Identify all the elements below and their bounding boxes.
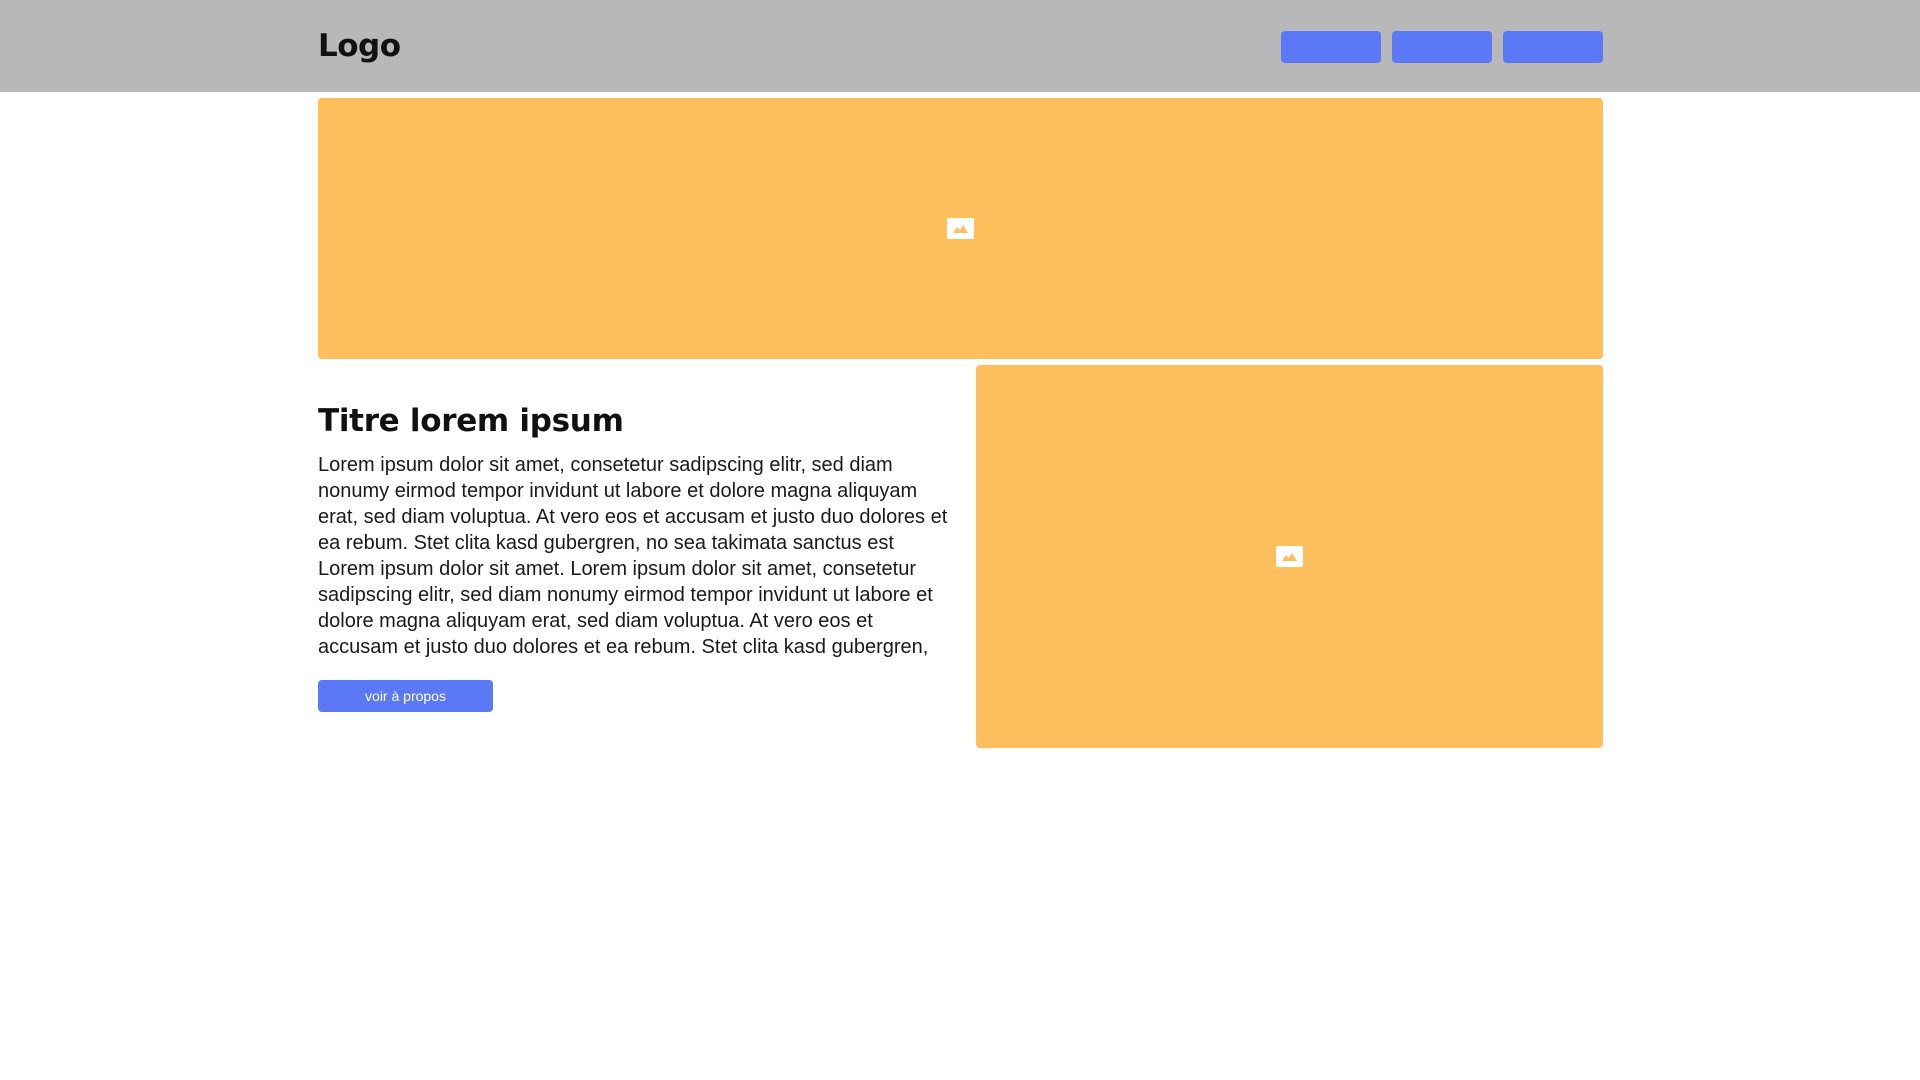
- nav-button-3[interactable]: [1503, 31, 1603, 63]
- section-title: Titre lorem ipsum: [318, 403, 624, 439]
- image-placeholder-icon: [947, 218, 974, 239]
- about-button[interactable]: voir à propos: [318, 680, 493, 712]
- logo[interactable]: Logo: [318, 26, 401, 66]
- nav-button-2[interactable]: [1392, 31, 1492, 63]
- nav-button-1[interactable]: [1281, 31, 1381, 63]
- image-placeholder-icon: [1276, 546, 1303, 567]
- section-body: Lorem ipsum dolor sit amet, consetetur s…: [318, 454, 948, 658]
- site-header: Logo: [0, 0, 1920, 92]
- side-image-placeholder: [976, 365, 1603, 748]
- hero-image-placeholder: [318, 98, 1603, 359]
